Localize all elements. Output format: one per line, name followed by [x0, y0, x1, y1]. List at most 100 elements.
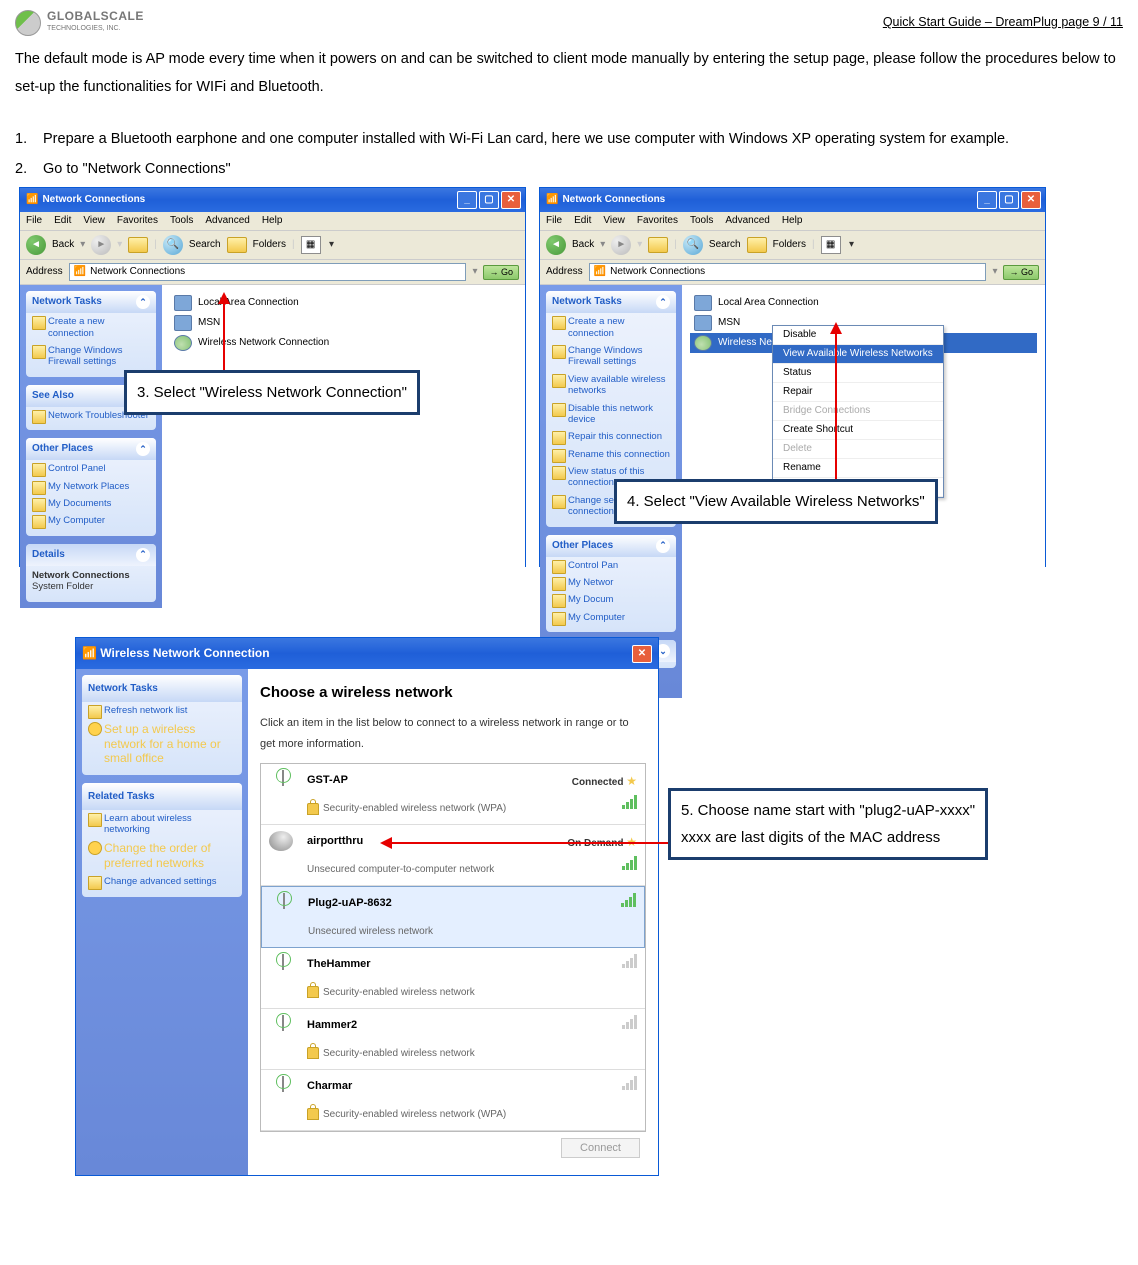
titlebar[interactable]: 📶Network Connections _ ▢ ✕ — [20, 188, 525, 212]
task-change-order[interactable]: Change the order of preferred networks — [82, 838, 242, 873]
minimize-button[interactable]: _ — [977, 191, 997, 209]
forward-button[interactable]: ► — [91, 235, 111, 255]
window-title: Network Connections — [562, 194, 665, 206]
content-area[interactable]: Local Area Connection MSN Wireless Netwo… — [162, 285, 525, 608]
network-row[interactable]: Plug2-uAP-8632Unsecured wireless network — [261, 886, 645, 948]
minimize-button[interactable]: _ — [457, 191, 477, 209]
address-input[interactable]: 📶 Network Connections — [69, 263, 467, 281]
maximize-button[interactable]: ▢ — [999, 191, 1019, 209]
task-create-connection[interactable]: Create a new connection — [546, 313, 676, 342]
search-icon[interactable]: 🔍 — [683, 235, 703, 255]
menu-tools[interactable]: Tools — [170, 215, 193, 227]
task-repair[interactable]: Repair this connection — [546, 428, 676, 445]
place-my-computer[interactable]: My Computer — [546, 609, 676, 626]
network-list[interactable]: GST-APSecurity-enabled wireless network … — [260, 763, 646, 1131]
task-rename[interactable]: Rename this connection — [546, 446, 676, 463]
connection-msn[interactable]: MSN — [170, 313, 517, 333]
views-button[interactable]: ▦ — [301, 236, 321, 254]
ctx-disable[interactable]: Disable — [773, 326, 943, 345]
maximize-button[interactable]: ▢ — [479, 191, 499, 209]
go-button[interactable]: → Go — [483, 265, 519, 280]
task-advanced[interactable]: Change advanced settings — [82, 873, 242, 890]
forward-button[interactable]: ► — [611, 235, 631, 255]
place-my-documents[interactable]: My Docum — [546, 591, 676, 608]
wifi-icon — [174, 335, 192, 351]
connection-lan[interactable]: Local Area Connection — [690, 293, 1037, 313]
menu-advanced[interactable]: Advanced — [725, 215, 769, 227]
context-menu[interactable]: Disable View Available Wireless Networks… — [772, 325, 944, 498]
folders-button[interactable] — [227, 237, 247, 253]
folders-button[interactable] — [747, 237, 767, 253]
ctx-status[interactable]: Status — [773, 364, 943, 383]
menu-edit[interactable]: Edit — [54, 215, 71, 227]
task-firewall[interactable]: Change Windows Firewall settings — [26, 342, 156, 371]
titlebar[interactable]: 📶 Wireless Network Connection ✕ — [76, 638, 658, 669]
menu-bar[interactable]: File Edit View Favorites Tools Advanced … — [20, 212, 525, 231]
close-button[interactable]: ✕ — [1021, 191, 1041, 209]
toolbar: ◄ Back ▾ ► ▾ | 🔍 Search Folders | ▦▾ — [20, 231, 525, 260]
network-row[interactable]: TheHammerSecurity-enabled wireless netwo… — [261, 948, 645, 1009]
up-button[interactable] — [128, 237, 148, 253]
connection-lan[interactable]: Local Area Connection — [170, 293, 517, 313]
network-desc: Unsecured computer-to-computer network — [307, 860, 557, 879]
network-row[interactable]: airportthruUnsecured computer-to-compute… — [261, 825, 645, 886]
connect-button[interactable]: Connect — [561, 1138, 640, 1158]
close-button[interactable]: ✕ — [632, 645, 652, 663]
views-button[interactable]: ▦ — [821, 236, 841, 254]
ctx-shortcut[interactable]: Create Shortcut — [773, 421, 943, 440]
collapse-icon[interactable]: ⌃ — [136, 548, 150, 562]
place-my-documents[interactable]: My Documents — [26, 495, 156, 512]
menu-view[interactable]: View — [603, 215, 625, 227]
menu-file[interactable]: File — [26, 215, 42, 227]
collapse-icon[interactable]: ⌃ — [136, 442, 150, 456]
other-places-panel: Other Places⌃ Control Pan My Networ My D… — [546, 535, 676, 633]
titlebar[interactable]: 📶Network Connections _ ▢ ✕ — [540, 188, 1045, 212]
task-create-connection[interactable]: Create a new connection — [26, 313, 156, 342]
task-firewall[interactable]: Change Windows Firewall settings — [546, 342, 676, 371]
menu-favorites[interactable]: Favorites — [117, 215, 158, 227]
address-input[interactable]: 📶 Network Connections — [589, 263, 987, 281]
collapse-icon[interactable]: ⌃ — [136, 295, 150, 309]
place-control-panel[interactable]: Control Panel — [26, 460, 156, 477]
collapse-icon[interactable]: ⌃ — [656, 539, 670, 553]
network-row[interactable]: GST-APSecurity-enabled wireless network … — [261, 764, 645, 825]
menu-advanced[interactable]: Advanced — [205, 215, 249, 227]
up-button[interactable] — [648, 237, 668, 253]
place-my-network[interactable]: My Network Places — [26, 478, 156, 495]
place-my-network[interactable]: My Networ — [546, 574, 676, 591]
logo: GLOBALSCALE TECHNOLOGIES, INC. — [15, 10, 144, 36]
search-icon[interactable]: 🔍 — [163, 235, 183, 255]
menu-view[interactable]: View — [83, 215, 105, 227]
window-title: Network Connections — [42, 194, 145, 206]
network-row[interactable]: CharmarSecurity-enabled wireless network… — [261, 1070, 645, 1131]
network-row[interactable]: Hammer2Security-enabled wireless network — [261, 1009, 645, 1070]
ctx-view-wireless[interactable]: View Available Wireless Networks — [773, 345, 943, 364]
menu-file[interactable]: File — [546, 215, 562, 227]
close-button[interactable]: ✕ — [501, 191, 521, 209]
menu-help[interactable]: Help — [262, 215, 283, 227]
task-learn[interactable]: Learn about wireless networking — [82, 810, 242, 839]
page-reference: Quick Start Guide – DreamPlug page 9 / 1… — [883, 11, 1123, 35]
menu-favorites[interactable]: Favorites — [637, 215, 678, 227]
menu-tools[interactable]: Tools — [690, 215, 713, 227]
back-button[interactable]: ◄ — [26, 235, 46, 255]
connection-wireless[interactable]: Wireless Network Connection — [170, 333, 517, 353]
place-my-computer[interactable]: My Computer — [26, 512, 156, 529]
menu-bar[interactable]: File Edit View Favorites Tools Advanced … — [540, 212, 1045, 231]
details-text: Network ConnectionsSystem Folder — [26, 566, 156, 597]
ctx-rename[interactable]: Rename — [773, 459, 943, 478]
task-refresh[interactable]: Refresh network list — [82, 702, 242, 719]
task-disable[interactable]: Disable this network device — [546, 400, 676, 429]
menu-help[interactable]: Help — [782, 215, 803, 227]
details-panel: Details⌃ Network ConnectionsSystem Folde… — [26, 544, 156, 603]
collapse-icon[interactable]: ⌃ — [656, 295, 670, 309]
go-button[interactable]: → Go — [1003, 265, 1039, 280]
menu-edit[interactable]: Edit — [574, 215, 591, 227]
task-view-wireless[interactable]: View available wireless networks — [546, 371, 676, 400]
sidebar: Network Tasks Refresh network list Set u… — [76, 669, 248, 1175]
back-button[interactable]: ◄ — [546, 235, 566, 255]
place-control-panel[interactable]: Control Pan — [546, 557, 676, 574]
task-setup-network[interactable]: Set up a wireless network for a home or … — [82, 719, 242, 768]
star-icon: ★ — [626, 774, 637, 788]
ctx-repair[interactable]: Repair — [773, 383, 943, 402]
